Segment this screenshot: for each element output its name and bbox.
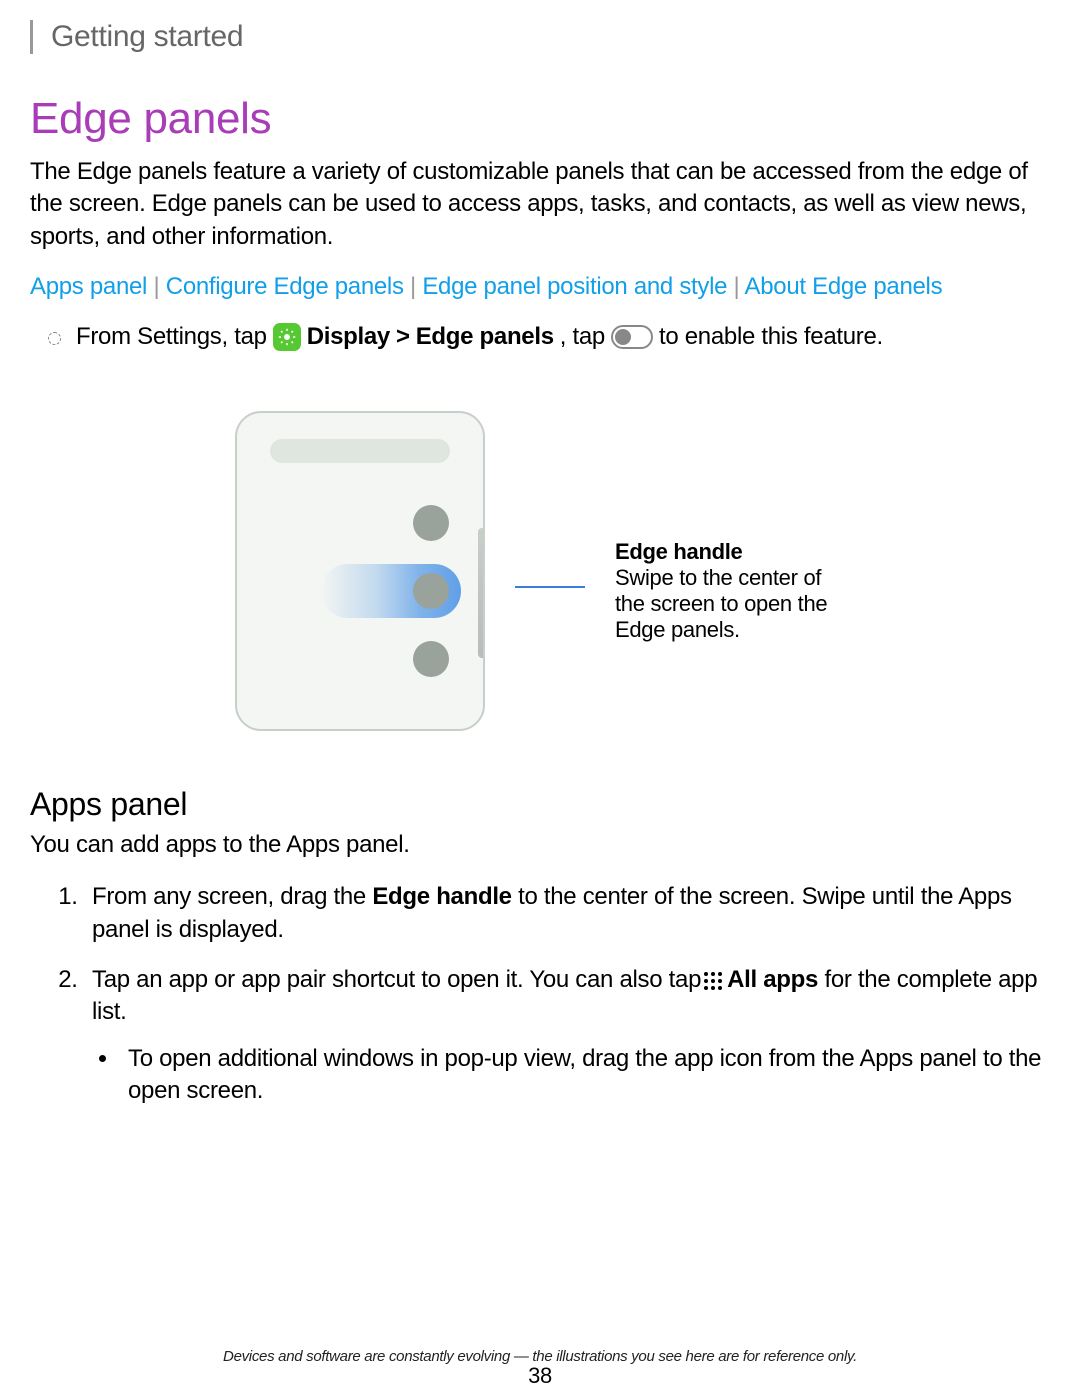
toggle-icon <box>611 325 653 349</box>
step2-bold: All apps <box>727 966 818 993</box>
instruction-row: From Settings, tap Display > Edge panels… <box>30 323 1050 351</box>
instruction-post: to enable this feature. <box>659 323 883 351</box>
step-2: Tap an app or app pair shortcut to open … <box>84 964 1050 1108</box>
link-about[interactable]: About Edge panels <box>745 273 943 300</box>
bullet-icon <box>48 332 61 345</box>
separator: | <box>147 273 166 300</box>
step1-bold: Edge handle <box>372 883 511 910</box>
page-title: Edge panels <box>30 94 1050 144</box>
display-icon <box>273 323 301 351</box>
app-dot-illustration <box>413 641 449 677</box>
apps-panel-intro: You can add apps to the Apps panel. <box>30 831 1050 859</box>
separator: | <box>404 273 423 300</box>
apps-panel-title: Apps panel <box>30 786 1050 823</box>
edge-handle-illustration <box>478 528 483 658</box>
all-apps-icon <box>704 972 722 990</box>
steps-list: From any screen, drag the Edge handle to… <box>30 881 1050 1107</box>
header-text: Getting started <box>51 20 243 53</box>
intro-paragraph: The Edge panels feature a variety of cus… <box>30 156 1050 253</box>
diagram: Edge handle Swipe to the center of the s… <box>30 411 1050 731</box>
link-apps-panel[interactable]: Apps panel <box>30 273 147 300</box>
links-row: Apps panel | Configure Edge panels | Edg… <box>30 273 1050 301</box>
callout-title: Edge handle <box>615 539 845 565</box>
instruction-mid: , tap <box>560 323 605 351</box>
callout-line <box>515 586 585 588</box>
edge-label: Edge panels <box>416 323 554 351</box>
display-label: Display <box>307 323 390 351</box>
arrow-label: > <box>396 323 410 351</box>
section-header: Getting started <box>30 20 1050 54</box>
link-position[interactable]: Edge panel position and style <box>422 273 727 300</box>
app-dot-illustration <box>413 505 449 541</box>
sub-item: To open additional windows in pop-up vie… <box>120 1043 1050 1108</box>
app-dot-illustration <box>413 573 449 609</box>
callout-body: Swipe to the center of the screen to ope… <box>615 565 827 642</box>
search-pill-illustration <box>270 439 450 463</box>
instruction-pre: From Settings, tap <box>76 323 267 351</box>
step1-pre: From any screen, drag the <box>92 883 372 910</box>
page-number: 38 <box>0 1363 1080 1389</box>
phone-illustration <box>235 411 485 731</box>
callout-text: Edge handle Swipe to the center of the s… <box>615 539 845 643</box>
step-1: From any screen, drag the Edge handle to… <box>84 881 1050 946</box>
sub-list: To open additional windows in pop-up vie… <box>92 1043 1050 1108</box>
separator: | <box>727 273 744 300</box>
link-configure[interactable]: Configure Edge panels <box>166 273 404 300</box>
step2-pre: Tap an app or app pair shortcut to open … <box>92 966 701 993</box>
